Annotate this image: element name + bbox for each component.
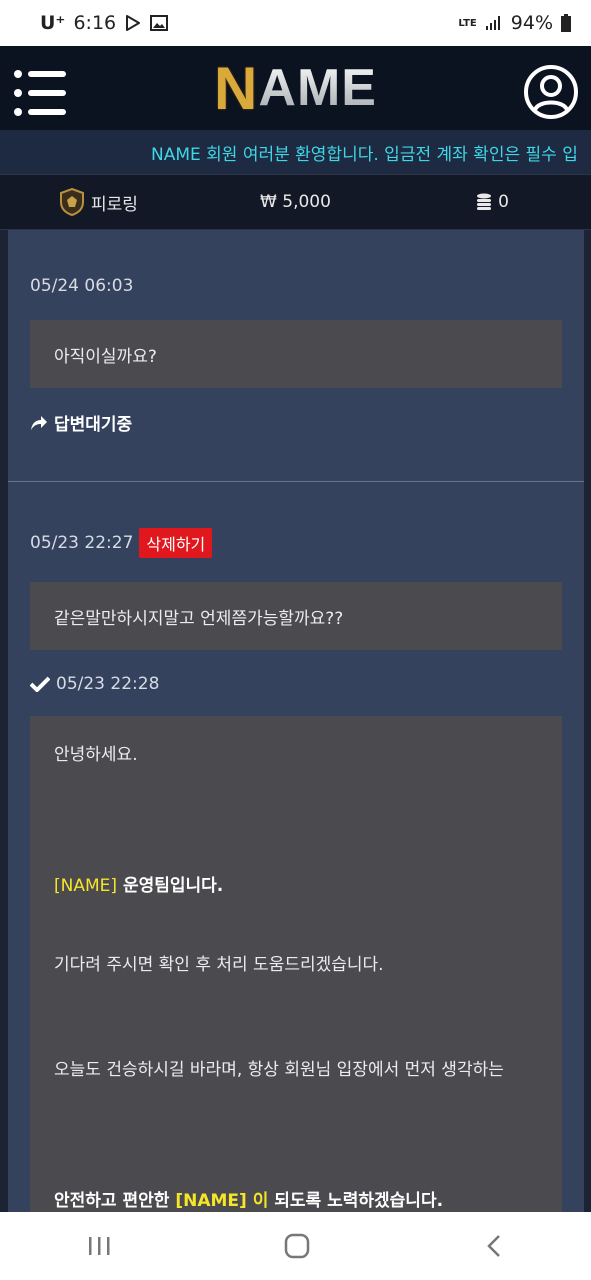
answer-line-3: 오늘도 건승하시길 바라며, 항상 회원님 입장에서 먼저 생각하는: [54, 1060, 504, 1080]
rank-label: 피로링: [91, 194, 138, 215]
answer-line-4-a: 안전하고 편안한: [54, 1191, 176, 1211]
inquiry-item: 05/23 22:27 삭제하기 같은말만하시지말고 언제쯤가능할까요?? 05…: [8, 482, 584, 1212]
user-account-icon[interactable]: [523, 64, 579, 120]
answer-date-row: 05/23 22:28: [30, 674, 562, 694]
rank-badge-icon: [60, 188, 85, 216]
inquiry-item: 05/24 06:03 아직이실까요? 답변대기중: [8, 230, 584, 435]
recent-apps-icon[interactable]: [87, 1235, 111, 1257]
answer-status-label: 답변대기중: [54, 415, 133, 435]
answer-date: 05/23 22:28: [56, 674, 160, 694]
answer-line-4-tag: [NAME] 이: [175, 1191, 269, 1211]
status-bar: U⁺ 6:16 LTE 94%: [0, 0, 591, 46]
inquiry-date: 05/23 22:27: [30, 533, 134, 553]
battery-level: 94%: [510, 12, 553, 34]
battery-icon: [561, 14, 571, 32]
ticker-text: NAME 회원 여러분 환영합니다. 입금전 계좌 확인은 필수 입: [151, 144, 578, 165]
coins-icon: [477, 193, 492, 210]
question-text: 아직이실까요?: [54, 346, 157, 367]
answer-status: 답변대기중: [30, 410, 562, 435]
question-text: 같은말만하시지말고 언제쯤가능할까요??: [54, 608, 344, 629]
reply-arrow-icon: [31, 415, 47, 430]
signal-icon: [485, 16, 500, 30]
points-cell: 0: [394, 192, 591, 212]
user-info-bar: 피로링 ₩ 5,000 0: [0, 174, 591, 230]
network-type: LTE: [458, 17, 477, 29]
play-store-icon: [126, 15, 141, 31]
site-logo[interactable]: N AME: [214, 54, 377, 123]
question-bubble: 같은말만하시지말고 언제쯤가능할까요??: [30, 582, 562, 650]
app-header: N AME: [0, 46, 591, 130]
delete-button[interactable]: 삭제하기: [139, 528, 213, 558]
check-icon: [30, 676, 50, 692]
hamburger-menu-icon[interactable]: [14, 70, 68, 116]
notice-ticker: NAME 회원 여러분 환영합니다. 입금전 계좌 확인은 필수 입: [0, 130, 591, 174]
home-icon[interactable]: [284, 1233, 310, 1259]
inquiry-date-row: 05/24 06:03: [30, 276, 562, 296]
balance-cell: ₩ 5,000: [197, 192, 394, 212]
rank-cell: 피로링: [0, 188, 197, 216]
inquiry-list: 05/24 06:03 아직이실까요? 답변대기중 05/23 22:27 삭제…: [8, 230, 584, 1212]
answer-greeting: 안녕하세요.: [54, 745, 138, 765]
answer-line-4-b: 되도록 노력하겠습니다.: [268, 1191, 444, 1211]
answer-team-line: [NAME] 운영팀입니다.: [54, 871, 538, 896]
logo-n: N: [214, 54, 259, 122]
back-icon[interactable]: [484, 1234, 504, 1258]
points-value: 0: [498, 192, 509, 212]
answer-team-text: 운영팀입니다.: [117, 876, 224, 896]
answer-line-2: 기다려 주시면 확인 후 처리 도움드리겠습니다.: [54, 955, 384, 975]
inquiry-date-row: 05/23 22:27 삭제하기: [30, 528, 562, 558]
question-bubble: 아직이실까요?: [30, 320, 562, 388]
answer-team-tag: [NAME]: [54, 876, 118, 896]
carrier-label: U⁺: [40, 12, 66, 34]
inquiry-date: 05/24 06:03: [30, 276, 134, 296]
logo-text: AME: [258, 59, 377, 117]
answer-bubble: 안녕하세요. [NAME] 운영팀입니다. 기다려 주시면 확인 후 처리 도움…: [30, 716, 562, 1212]
system-nav-bar: [0, 1212, 591, 1280]
gallery-icon: [150, 15, 169, 31]
clock: 6:16: [73, 12, 117, 34]
answer-line-4: 안전하고 편안한 [NAME] 이 되도록 노력하겠습니다.: [54, 1186, 538, 1211]
balance-value: ₩ 5,000: [260, 192, 331, 212]
